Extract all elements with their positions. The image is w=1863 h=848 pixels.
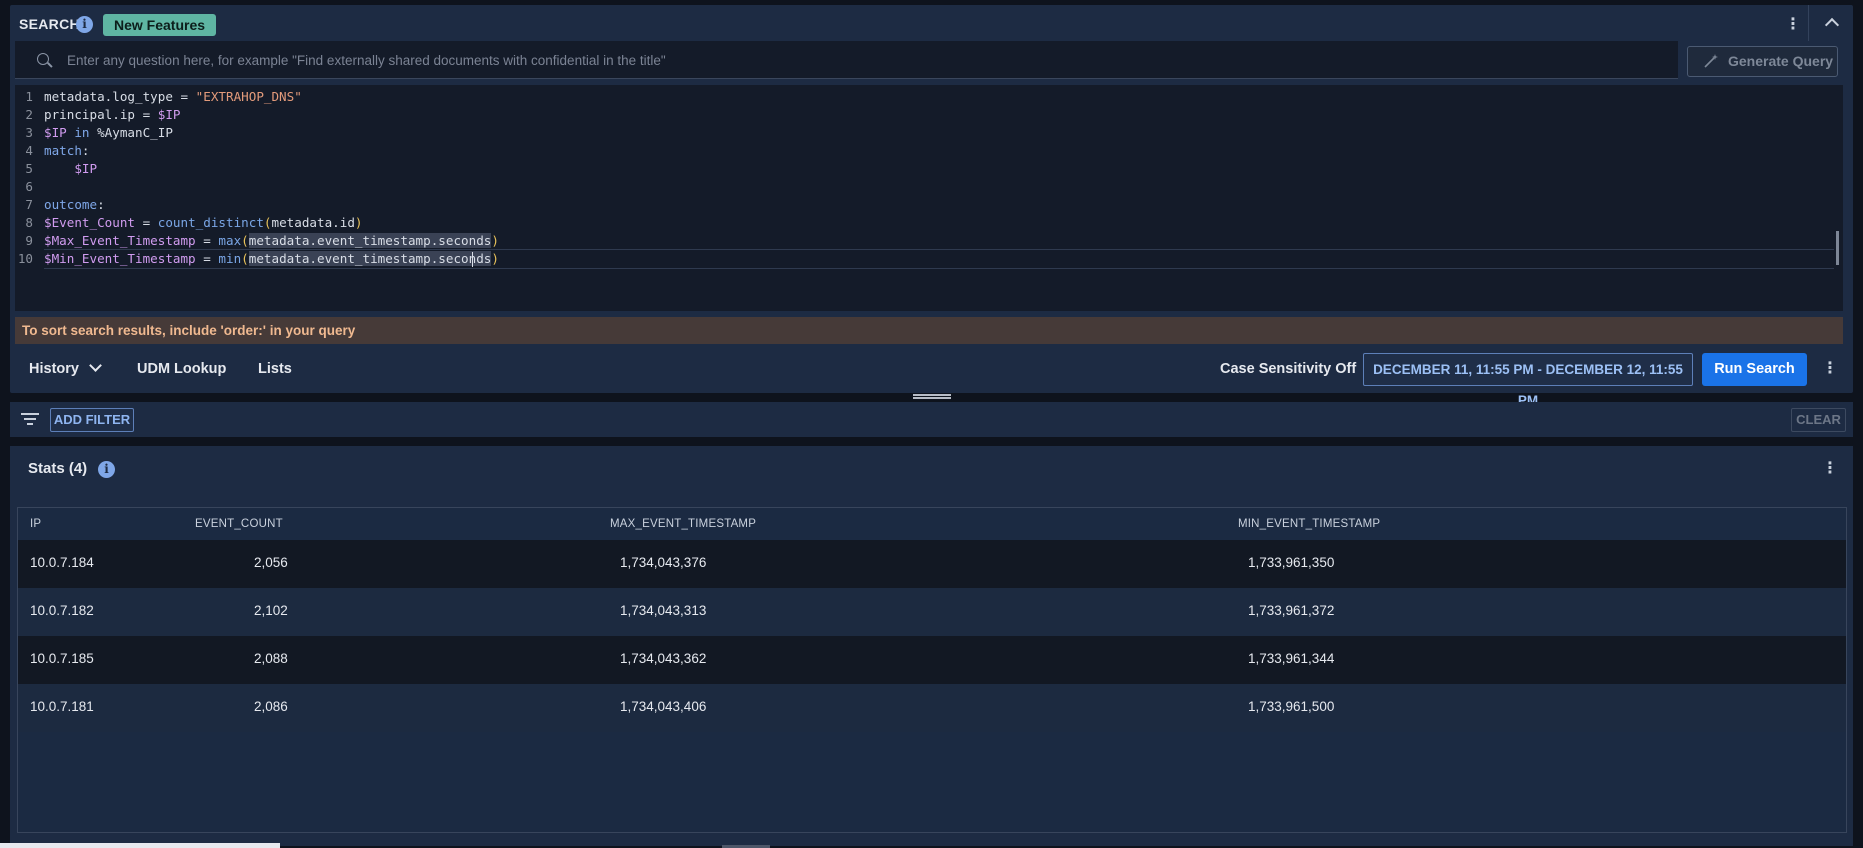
run-search-button[interactable]: Run Search [1702, 353, 1807, 386]
code-editor[interactable]: 1 2 3 4 5 6 7 8 9 10 metadata.log_type =… [15, 85, 1843, 311]
editor-scrollbar[interactable] [1836, 231, 1839, 265]
stats-table: IP EVENT_COUNT MAX_EVENT_TIMESTAMP MIN_E… [17, 507, 1847, 833]
line-number: 1 [25, 89, 33, 104]
code-line-4[interactable]: match: [44, 143, 90, 158]
line-number: 7 [25, 197, 33, 212]
clear-filter-button[interactable]: CLEAR [1791, 408, 1846, 432]
code-line-9[interactable]: $Max_Event_Timestamp = max(metadata.even… [44, 233, 499, 248]
generate-query-label: Generate Query [1728, 53, 1834, 69]
magic-wand-icon [1704, 54, 1718, 68]
line-number: 10 [17, 251, 33, 266]
line-number: 8 [25, 215, 33, 230]
add-filter-button[interactable]: ADD FILTER [50, 408, 134, 432]
code-line-2[interactable]: principal.ip = $IP [44, 107, 180, 122]
code-line-5[interactable]: $IP [44, 161, 97, 176]
cell-event-count: 2,088 [254, 651, 288, 666]
filter-bar [10, 402, 1853, 437]
panel-resize-handle[interactable] [913, 394, 951, 399]
info-icon[interactable]: i [76, 16, 93, 33]
horizontal-scrollbar[interactable] [0, 843, 280, 848]
column-header-ip[interactable]: IP [30, 518, 41, 530]
cell-max-timestamp: 1,734,043,313 [620, 603, 707, 618]
column-header-max-timestamp[interactable]: MAX_EVENT_TIMESTAMP [610, 518, 756, 530]
sort-tip-banner: To sort search results, include 'order:'… [15, 317, 1843, 344]
cell-ip: 10.0.7.185 [30, 651, 94, 666]
query-bar [15, 41, 1678, 80]
cell-max-timestamp: 1,734,043,376 [620, 555, 707, 570]
cell-min-timestamp: 1,733,961,500 [1248, 699, 1335, 714]
cell-min-timestamp: 1,733,961,344 [1248, 651, 1335, 666]
cell-ip: 10.0.7.181 [30, 699, 94, 714]
table-row[interactable]: 10.0.7.185 2,088 1,734,043,362 1,733,961… [18, 636, 1846, 684]
date-range-button[interactable]: DECEMBER 11, 11:55 PM - DECEMBER 12, 11:… [1363, 353, 1693, 408]
line-number: 9 [25, 233, 33, 248]
line-number: 3 [25, 125, 33, 140]
search-icon [37, 53, 49, 65]
info-icon[interactable]: i [98, 461, 115, 478]
table-row[interactable]: 10.0.7.184 2,056 1,734,043,376 1,733,961… [18, 540, 1846, 588]
kebab-menu-icon[interactable]: ⋮ [1785, 17, 1801, 33]
cell-max-timestamp: 1,734,043,362 [620, 651, 707, 666]
history-dropdown[interactable]: History [29, 359, 102, 377]
code-line-1[interactable]: metadata.log_type = "EXTRAHOP_DNS" [44, 89, 302, 104]
query-input[interactable] [65, 41, 1669, 80]
code-line-8[interactable]: $Event_Count = count_distinct(metadata.i… [44, 215, 363, 230]
new-features-badge[interactable]: New Features [103, 14, 217, 36]
cell-ip: 10.0.7.184 [30, 555, 94, 570]
lists-button[interactable]: Lists [258, 361, 292, 377]
line-number: 4 [25, 143, 33, 158]
cell-max-timestamp: 1,734,043,406 [620, 699, 707, 714]
code-line-7[interactable]: outcome: [44, 197, 105, 212]
column-header-event-count[interactable]: EVENT_COUNT [195, 518, 283, 530]
chevron-up-icon [1824, 17, 1840, 33]
column-header-min-timestamp[interactable]: MIN_EVENT_TIMESTAMP [1238, 518, 1380, 530]
search-title: SEARCH [19, 16, 80, 32]
code-line-3[interactable]: $IP in %AymanC_IP [44, 125, 173, 140]
code-line-10[interactable]: $Min_Event_Timestamp = min(metadata.even… [44, 251, 499, 266]
cell-ip: 10.0.7.182 [30, 603, 94, 618]
line-number: 6 [25, 179, 33, 194]
udm-lookup-button[interactable]: UDM Lookup [137, 361, 226, 377]
cell-event-count: 2,086 [254, 699, 288, 714]
generate-query-button[interactable]: Generate Query [1687, 46, 1838, 77]
history-label: History [29, 361, 79, 377]
kebab-menu-icon[interactable]: ⋮ [1822, 361, 1838, 377]
text-cursor [472, 252, 473, 267]
line-number: 5 [25, 161, 33, 176]
collapse-button[interactable] [1808, 5, 1854, 41]
stats-title: Stats (4) [28, 460, 88, 477]
filter-icon[interactable] [21, 413, 39, 426]
table-row[interactable]: 10.0.7.181 2,086 1,734,043,406 1,733,961… [18, 684, 1846, 732]
cell-min-timestamp: 1,733,961,350 [1248, 555, 1335, 570]
line-number: 2 [25, 107, 33, 122]
cell-event-count: 2,056 [254, 555, 288, 570]
cell-event-count: 2,102 [254, 603, 288, 618]
kebab-menu-icon[interactable]: ⋮ [1822, 461, 1838, 477]
table-row[interactable]: 10.0.7.182 2,102 1,734,043,313 1,733,961… [18, 588, 1846, 636]
case-sensitivity-toggle[interactable]: Case Sensitivity Off [1220, 361, 1356, 377]
cell-min-timestamp: 1,733,961,372 [1248, 603, 1335, 618]
chevron-down-icon [89, 359, 102, 372]
